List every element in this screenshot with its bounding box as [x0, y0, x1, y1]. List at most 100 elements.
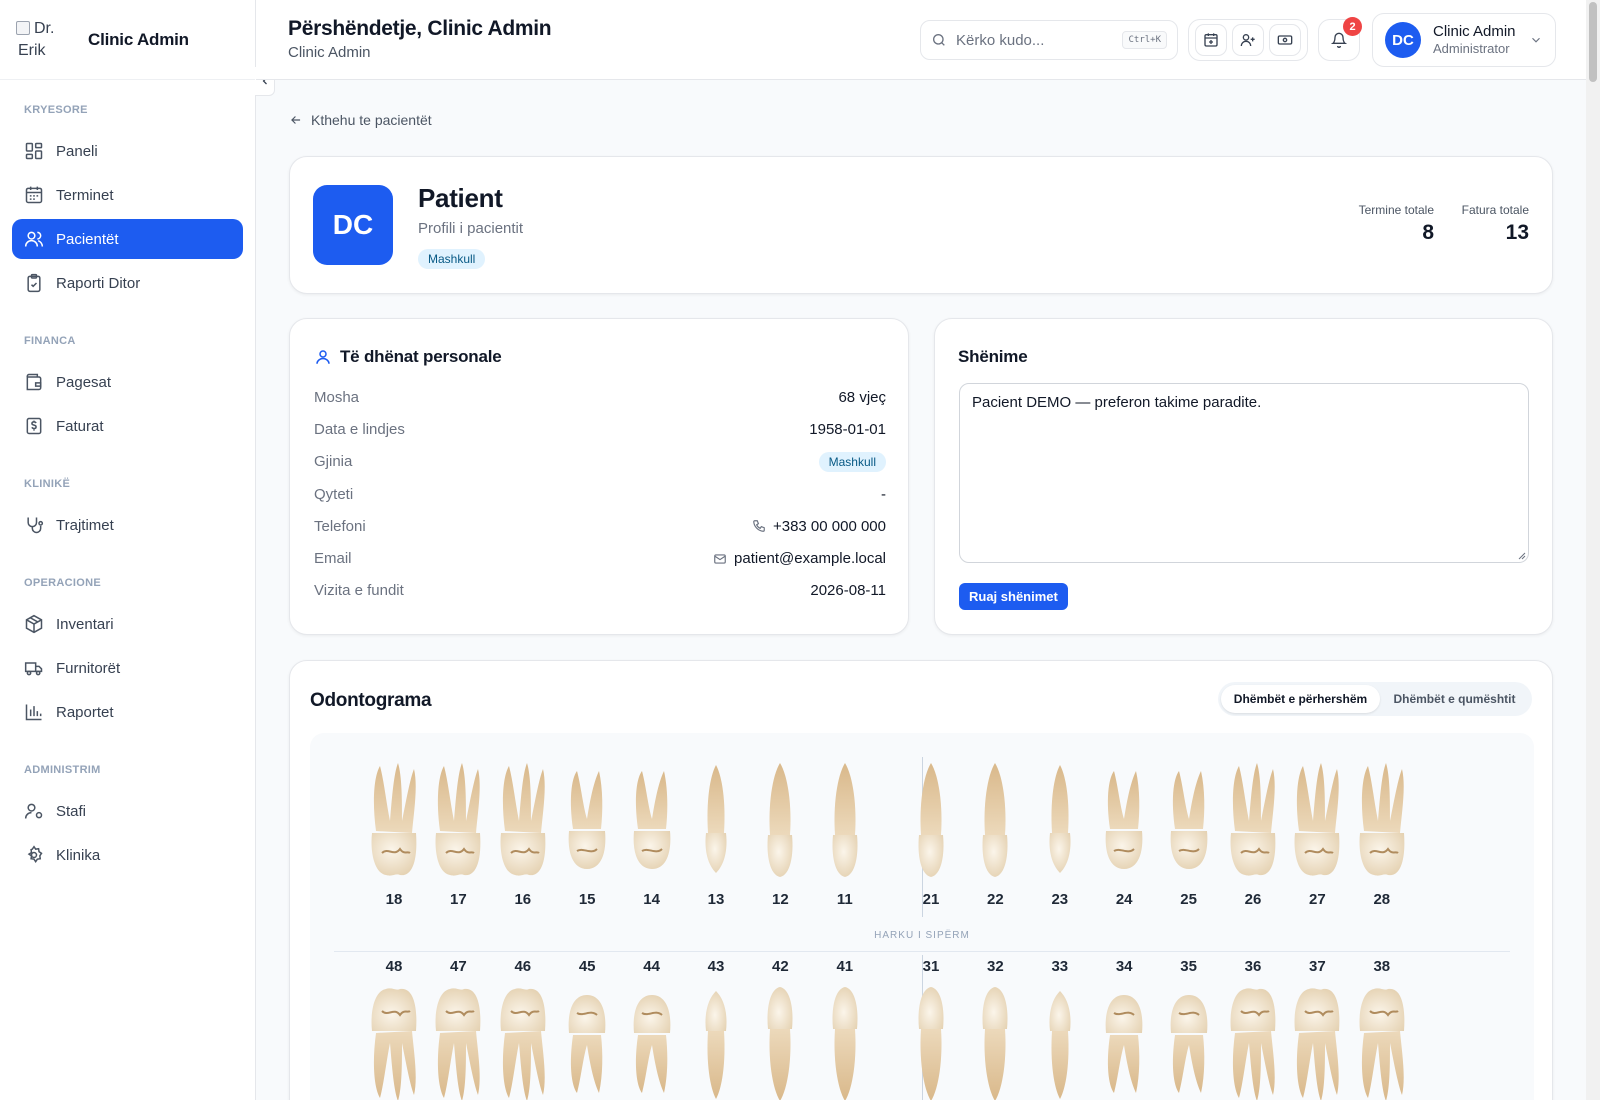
- box-icon: [25, 614, 43, 634]
- tooth-23[interactable]: [1030, 761, 1090, 881]
- tooth-18[interactable]: [364, 761, 424, 881]
- tooth-45[interactable]: [557, 983, 617, 1100]
- info-label: Email: [314, 550, 352, 568]
- tooth-number: 43: [707, 958, 725, 975]
- tooth-47[interactable]: [428, 983, 488, 1100]
- bell-icon: [1331, 32, 1347, 48]
- wallet-icon: [26, 373, 42, 391]
- tooth-41[interactable]: [815, 983, 875, 1100]
- notifications-button[interactable]: 2: [1318, 17, 1362, 61]
- stat-value: 13: [1505, 221, 1529, 244]
- global-search[interactable]: Kërko kudo... Ctrl+K: [920, 20, 1178, 60]
- tooth-root: [438, 763, 481, 833]
- tooth-27[interactable]: [1287, 761, 1347, 881]
- odontogram-card: Odontograma Dhëmbët e përhershëm Dhëmbët…: [289, 660, 1553, 1100]
- sidebar-item-paneli[interactable]: Paneli: [12, 131, 243, 171]
- user-plus-icon: [1240, 34, 1255, 47]
- dollar-receipt-icon: [26, 417, 42, 435]
- tooth-46[interactable]: [493, 983, 553, 1100]
- new-patient-button[interactable]: [1231, 24, 1264, 56]
- sidebar-item-terminet[interactable]: Terminet: [12, 175, 243, 215]
- tooth-44[interactable]: [622, 983, 682, 1100]
- tooth-14[interactable]: [622, 761, 682, 881]
- sidebar-item-trajtimet[interactable]: Trajtimet: [12, 505, 243, 545]
- tooth-12[interactable]: [750, 761, 810, 881]
- tab-permanent-teeth[interactable]: Dhëmbët e përhershëm: [1221, 685, 1380, 713]
- mail-icon: [714, 553, 726, 564]
- tooth-38[interactable]: [1352, 983, 1412, 1100]
- tooth-root: [984, 1029, 1006, 1100]
- sidebar-item-label: Raportet: [56, 703, 114, 721]
- tooth-34[interactable]: [1094, 983, 1154, 1100]
- user-menu[interactable]: DC Clinic Admin Administrator: [1372, 13, 1556, 67]
- calendar-plus-icon: [1204, 33, 1218, 47]
- notes-text: Pacient DEMO — preferon takime paradite.: [972, 394, 1262, 411]
- tooth-36[interactable]: [1223, 983, 1283, 1100]
- save-notes-button[interactable]: Ruaj shënimet: [959, 583, 1068, 610]
- sidebar-item-inventari[interactable]: Inventari: [12, 604, 243, 644]
- tooth-37[interactable]: [1287, 983, 1347, 1100]
- tooth-number: 15: [578, 891, 596, 908]
- sidebar-item-pagesat[interactable]: Pagesat: [12, 362, 243, 402]
- new-payment-button[interactable]: [1268, 24, 1301, 56]
- sidebar-item-label: Paneli: [56, 142, 98, 160]
- tooth-root: [1108, 1035, 1140, 1093]
- info-label: Mosha: [314, 388, 360, 406]
- search-input[interactable]: Kërko kudo...: [956, 32, 1044, 49]
- tooth-26[interactable]: [1223, 761, 1283, 881]
- sidebar-item-stafi[interactable]: Stafi: [12, 791, 243, 831]
- email-link[interactable]: patient@example.local: [713, 550, 886, 567]
- tooth-number: 47: [450, 958, 467, 975]
- tooth-crown: [982, 835, 1008, 877]
- tooth-13[interactable]: [686, 761, 746, 881]
- sidebar-item-raportet[interactable]: Raportet: [12, 692, 243, 732]
- tooth-32[interactable]: [965, 983, 1025, 1100]
- tooth-root: [1172, 771, 1204, 829]
- tooth-root: [1232, 763, 1275, 833]
- broken-image-icon: [16, 20, 30, 35]
- tooth-31[interactable]: [901, 983, 961, 1100]
- tooth-21[interactable]: [901, 761, 961, 881]
- tooth-22[interactable]: [965, 761, 1025, 881]
- tooth-crown: [767, 987, 793, 1029]
- search-shortcut-hint: Ctrl+K: [1122, 31, 1167, 49]
- tooth-43[interactable]: [686, 983, 746, 1100]
- clinic-logo-broken-image: Dr. Erik: [16, 18, 64, 62]
- tooth-16[interactable]: [493, 761, 553, 881]
- tab-primary-teeth[interactable]: Dhëmbët e qumështit: [1380, 685, 1529, 713]
- sidebar-item-klinika[interactable]: Klinika: [12, 835, 243, 875]
- tooth-24[interactable]: [1094, 761, 1154, 881]
- tooth-root: [635, 771, 667, 829]
- sidebar-item-faturat[interactable]: Faturat: [12, 406, 243, 446]
- phone-link[interactable]: +383 00 000 000: [752, 518, 886, 535]
- resize-grip-icon[interactable]: [1516, 550, 1526, 560]
- sidebar-item-furnitoret[interactable]: Furnitorët: [12, 648, 243, 688]
- tooth-17[interactable]: [428, 761, 488, 881]
- tooth-25[interactable]: [1159, 761, 1219, 881]
- new-appointment-button[interactable]: [1195, 24, 1228, 56]
- stat-label: Termine totale: [1358, 203, 1434, 217]
- info-row-gender: Gjinia Mashkull: [314, 446, 886, 478]
- sidebar-item-label: Furnitorët: [56, 659, 121, 677]
- tooth-number: 44: [643, 958, 660, 975]
- sidebar-item-raporti-ditor[interactable]: Raporti Ditor: [12, 263, 243, 303]
- tooth-number: 34: [1115, 958, 1133, 975]
- scrollbar-thumb[interactable]: [1589, 2, 1597, 82]
- tooth-48[interactable]: [364, 983, 424, 1100]
- tooth-42[interactable]: [750, 983, 810, 1100]
- dentition-toggle: Dhëmbët e përhershëm Dhëmbët e qumështit: [1218, 682, 1532, 716]
- tooth-root: [635, 1035, 667, 1093]
- tooth-number: 33: [1051, 958, 1069, 975]
- page-scrollbar[interactable]: [1586, 0, 1600, 1100]
- tooth-28[interactable]: [1352, 761, 1412, 881]
- tooth-root: [1361, 763, 1404, 833]
- tooth-11[interactable]: [815, 761, 875, 881]
- patient-subtitle: Profili i pacientit: [418, 220, 524, 237]
- tooth-15[interactable]: [557, 761, 617, 881]
- sidebar-item-pacientet[interactable]: Pacientët: [12, 219, 243, 259]
- tooth-33[interactable]: [1030, 983, 1090, 1100]
- notes-textarea[interactable]: Pacient DEMO — preferon takime paradite.: [959, 383, 1529, 563]
- tooth-35[interactable]: [1159, 983, 1219, 1100]
- back-to-patients-link[interactable]: Kthehu te pacientët: [289, 112, 432, 128]
- tooth-root: [502, 763, 545, 833]
